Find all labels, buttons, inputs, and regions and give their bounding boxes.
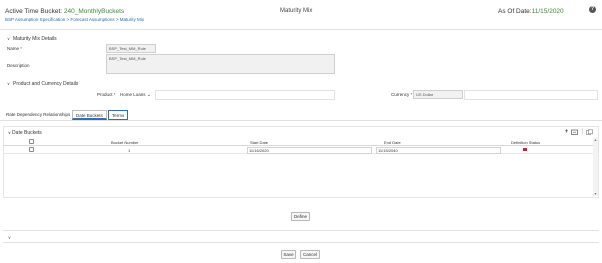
page-header: Active Time Bucket: 240_MonthlyBuckets B… [0, 0, 602, 30]
grid-scrollbar[interactable]: ▲ ▼ [593, 138, 598, 196]
tab-rate-dependency[interactable]: Rate Dependency Relationships [3, 110, 73, 120]
product-currency-title: Product and Currency Details [13, 81, 79, 87]
edit-icon-graphic [571, 129, 578, 135]
as-of-date-label: As Of Date: [498, 8, 532, 15]
product-select-value: Home Loans [120, 92, 146, 97]
table-row[interactable]: 1 11/16/2020 11/15/2040 [3, 146, 593, 154]
page-title: Maturity Mix [280, 8, 313, 14]
edit-icon[interactable] [571, 129, 578, 136]
cancel-button[interactable]: Cancel [300, 250, 320, 259]
description-label: Description [7, 63, 30, 68]
active-time-bucket-value: 240_MonthlyBuckets [63, 8, 125, 15]
col-start-date[interactable]: Start Date [250, 140, 268, 145]
maturity-mix-details-header[interactable]: ∨ Maturity Mix Details [7, 36, 57, 42]
product-label: Product * [97, 92, 116, 97]
chevron-down-icon: ⌄ [146, 92, 151, 98]
date-buckets-header[interactable]: ∨ Date Buckets [8, 130, 42, 136]
name-field[interactable]: BSP_Test_MM_Rule [106, 44, 156, 53]
copy-icon[interactable] [586, 129, 593, 136]
product-spacer-field [155, 90, 335, 100]
as-of-date: As Of Date:11/15/2020 [498, 8, 564, 15]
col-end-date[interactable]: End Date [384, 140, 401, 145]
chevron-down-icon: ∨ [8, 235, 11, 240]
select-all-checkbox[interactable] [29, 139, 34, 144]
date-buckets-grid-header: Bucket Number Start Date End Date Defini… [3, 138, 593, 146]
currency-label: Currency * [391, 92, 412, 97]
currency-label-text: Currency [391, 92, 410, 97]
row-checkbox[interactable] [29, 147, 34, 152]
required-marker: * [409, 92, 413, 97]
col-definition-status[interactable]: Definition Status [511, 140, 540, 145]
active-time-bucket-label: Active Time Bucket: [5, 8, 64, 15]
date-buckets-title: Date Buckets [12, 130, 42, 136]
product-currency-header[interactable]: ∨ Product and Currency Details [7, 81, 78, 87]
scroll-up-icon[interactable]: ▲ [593, 138, 598, 142]
help-icon[interactable]: ? [589, 6, 596, 13]
name-label-text: Name [7, 46, 20, 51]
tab-terms[interactable]: Terms [108, 110, 129, 120]
toolbar-separator: | [581, 129, 584, 135]
required-marker: * [112, 92, 116, 97]
bucket-number-cell: 1 [128, 147, 131, 153]
add-icon[interactable]: + [563, 129, 570, 136]
breadcrumb[interactable]: BSP Assumption Specification > Forecast … [5, 17, 144, 22]
define-button[interactable]: Define [291, 212, 310, 221]
date-buckets-panel: ∨ Date Buckets [3, 126, 599, 198]
definition-status-indicator [523, 148, 527, 151]
description-field[interactable]: BSP_Test_MM_Rule [106, 54, 335, 74]
currency-field[interactable]: US Dollar [413, 90, 463, 99]
copy-icon-graphic [586, 129, 593, 135]
tab-date-buckets[interactable]: Date Buckets [72, 110, 107, 120]
active-time-bucket: Active Time Bucket: 240_MonthlyBuckets [5, 8, 124, 15]
audit-trail-section[interactable]: ∨ [3, 230, 599, 243]
scroll-down-icon[interactable]: ▼ [593, 192, 598, 196]
name-label: Name * [7, 46, 22, 51]
tab-bar: Rate Dependency Relationships Date Bucke… [0, 109, 602, 121]
product-select[interactable]: Home Loans ⌄ [120, 92, 151, 98]
product-label-text: Product [97, 92, 113, 97]
col-bucket-number[interactable]: Bucket Number [111, 140, 139, 145]
currency-spacer-field [464, 90, 598, 100]
as-of-date-value: 11/15/2020 [531, 8, 564, 15]
end-date-field[interactable]: 11/15/2040 [376, 146, 501, 154]
save-button[interactable]: Save [281, 250, 296, 259]
maturity-mix-details-title: Maturity Mix Details [13, 36, 57, 42]
start-date-field[interactable]: 11/16/2020 [247, 146, 372, 154]
required-marker: * [19, 46, 23, 51]
